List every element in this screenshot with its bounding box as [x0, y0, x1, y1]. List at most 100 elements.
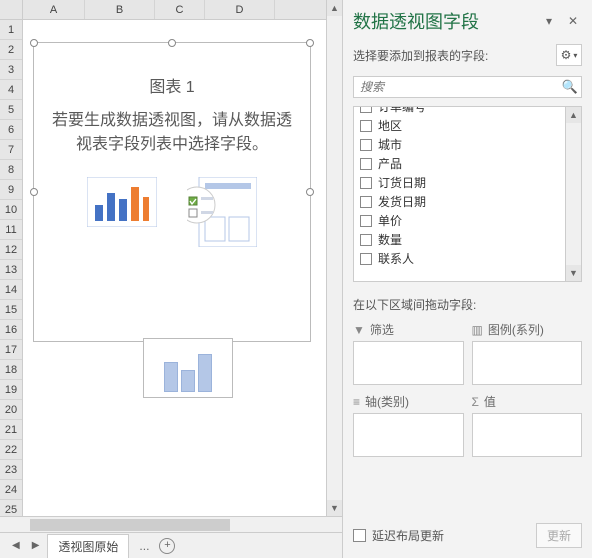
row-header[interactable]: 16	[0, 320, 22, 340]
sheet-tab-overflow[interactable]: ...	[133, 539, 155, 553]
bar	[198, 354, 212, 392]
defer-layout-checkbox[interactable]	[353, 529, 366, 542]
add-sheet-button[interactable]: +	[159, 538, 175, 554]
field-label: 地区	[378, 117, 402, 134]
field-item[interactable]: 订货日期	[354, 173, 565, 192]
row-header[interactable]: 18	[0, 360, 22, 380]
field-checkbox[interactable]	[360, 158, 372, 170]
field-checkbox[interactable]	[360, 139, 372, 151]
row-header[interactable]: 1	[0, 20, 22, 40]
field-label: 数量	[378, 231, 402, 248]
field-checkbox[interactable]	[360, 234, 372, 246]
scroll-up-icon[interactable]: ▲	[327, 0, 342, 16]
row-header[interactable]: 21	[0, 420, 22, 440]
field-item[interactable]: 地区	[354, 116, 565, 135]
bar	[181, 370, 195, 392]
field-item[interactable]: 联系人	[354, 249, 565, 268]
row-header[interactable]: 9	[0, 180, 22, 200]
col-header-D[interactable]: D	[205, 0, 275, 19]
field-label: 产品	[378, 155, 402, 172]
row-header[interactable]: 7	[0, 140, 22, 160]
row-header[interactable]: 17	[0, 340, 22, 360]
close-pane-icon[interactable]: ✕	[564, 12, 582, 30]
pane-subtitle: 选择要添加到报表的字段:	[353, 47, 556, 64]
sheet-tab-active[interactable]: 透视图原始	[47, 534, 129, 558]
field-item[interactable]: 数量	[354, 230, 565, 249]
row-header[interactable]: 22	[0, 440, 22, 460]
row-header[interactable]: 3	[0, 60, 22, 80]
field-item[interactable]: 单价	[354, 211, 565, 230]
row-header[interactable]: 23	[0, 460, 22, 480]
row-header[interactable]: 15	[0, 300, 22, 320]
pane-options-dropdown-icon[interactable]: ▾	[540, 12, 558, 30]
tab-nav-prev-icon[interactable]: ◀	[8, 540, 24, 551]
defer-layout-label: 延迟布局更新	[372, 527, 530, 544]
scroll-up-icon[interactable]: ▲	[566, 107, 581, 123]
search-input[interactable]	[354, 80, 559, 94]
col-header-C[interactable]: C	[155, 0, 205, 19]
field-item[interactable]: 订单编号	[354, 106, 565, 116]
field-item[interactable]: 发货日期	[354, 192, 565, 211]
field-checkbox[interactable]	[360, 120, 372, 132]
axis-icon: ≡	[353, 395, 360, 409]
sheet-tab-bar: ◀ ▶ 透视图原始 ... +	[0, 532, 342, 558]
drop-zone-legend[interactable]: ▥ 图例(系列)	[472, 321, 583, 385]
gear-icon: ⚙	[561, 48, 572, 62]
drop-label: 筛选	[370, 321, 394, 338]
field-checkbox[interactable]	[360, 253, 372, 265]
drop-label: 图例(系列)	[488, 321, 544, 338]
row-header[interactable]: 11	[0, 220, 22, 240]
secondary-chart-embed[interactable]	[143, 338, 233, 398]
row-header[interactable]: 10	[0, 200, 22, 220]
search-icon[interactable]: 🔍	[559, 79, 581, 95]
field-checkbox[interactable]	[360, 106, 372, 113]
drop-label: 轴(类别)	[365, 393, 409, 410]
drop-zone-values[interactable]: Σ值	[472, 393, 583, 457]
row-headers: 1234567891011121314151617181920212223242…	[0, 0, 23, 516]
layout-options-button[interactable]: ⚙▾	[556, 44, 582, 66]
field-list-icon	[187, 177, 257, 247]
field-item[interactable]: 产品	[354, 154, 565, 173]
spreadsheet-area: 1234567891011121314151617181920212223242…	[0, 0, 342, 558]
col-header-A[interactable]: A	[23, 0, 85, 19]
row-header[interactable]: 8	[0, 160, 22, 180]
drop-zone-filter[interactable]: ▼筛选	[353, 321, 464, 385]
scroll-down-icon[interactable]: ▼	[327, 500, 342, 516]
chart-title: 图表 1	[34, 43, 310, 109]
field-label: 联系人	[378, 250, 414, 267]
field-list-scrollbar[interactable]: ▲ ▼	[566, 106, 582, 282]
column-headers: A B C D	[23, 0, 326, 20]
col-header-B[interactable]: B	[85, 0, 155, 19]
update-button[interactable]: 更新	[536, 523, 582, 548]
row-header[interactable]: 6	[0, 120, 22, 140]
row-header[interactable]: 24	[0, 480, 22, 500]
field-checkbox[interactable]	[360, 215, 372, 227]
bar	[164, 362, 178, 392]
row-header[interactable]: 5	[0, 100, 22, 120]
row-header[interactable]: 19	[0, 380, 22, 400]
pivot-chart-placeholder[interactable]: 图表 1 若要生成数据透视图，请从数据透视表字段列表中选择字段。	[33, 42, 311, 342]
legend-icon: ▥	[472, 323, 483, 337]
tab-nav-next-icon[interactable]: ▶	[28, 540, 44, 551]
drop-zone-axis[interactable]: ≡ 轴(类别)	[353, 393, 464, 457]
vertical-scrollbar[interactable]: ▲ ▼	[326, 0, 342, 516]
horizontal-scrollbar[interactable]	[0, 516, 342, 532]
field-label: 订货日期	[378, 174, 426, 191]
row-header[interactable]: 20	[0, 400, 22, 420]
field-checkbox[interactable]	[360, 177, 372, 189]
field-checkbox[interactable]	[360, 196, 372, 208]
bar-chart-icon	[87, 177, 157, 227]
row-header[interactable]: 4	[0, 80, 22, 100]
field-list[interactable]: 订单编号地区城市产品订货日期发货日期单价数量联系人	[353, 106, 566, 282]
field-label: 城市	[378, 136, 402, 153]
row-header[interactable]: 12	[0, 240, 22, 260]
row-header[interactable]: 2	[0, 40, 22, 60]
field-search-box: 🔍	[353, 76, 582, 98]
field-item[interactable]: 城市	[354, 135, 565, 154]
row-header[interactable]: 13	[0, 260, 22, 280]
field-label: 发货日期	[378, 193, 426, 210]
row-header[interactable]: 14	[0, 280, 22, 300]
scroll-down-icon[interactable]: ▼	[566, 265, 581, 281]
pivot-chart-fields-pane: 数据透视图字段 ▾ ✕ 选择要添加到报表的字段: ⚙▾ 🔍 订单编号地区城市产品…	[342, 0, 592, 558]
row-header[interactable]: 25	[0, 500, 22, 516]
